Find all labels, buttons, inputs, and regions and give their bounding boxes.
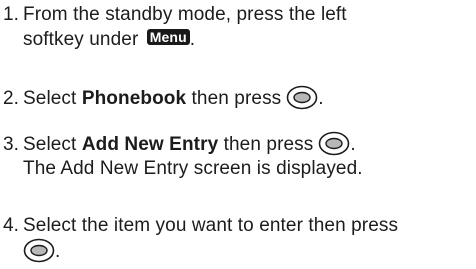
step-2: 2. Select Phonebook then press. xyxy=(3,85,473,110)
step-number: 2. xyxy=(3,88,20,109)
step-number: 4. xyxy=(3,215,20,236)
step-3: 3. Select Add New Entry then press. The A… xyxy=(3,131,473,181)
step-text: then press xyxy=(223,134,314,155)
step-punctuation: . xyxy=(350,134,356,155)
step-4: 4. Select the item you want to enter then… xyxy=(3,213,473,263)
step-number: 3. xyxy=(3,134,20,155)
step-text: softkey under xyxy=(23,29,139,50)
step-bold-term: Phonebook xyxy=(81,88,187,109)
ok-button-icon xyxy=(286,85,318,110)
step-text: The Add New Entry screen is displayed. xyxy=(23,158,363,179)
step-text: then press xyxy=(191,88,282,109)
step-text: Select xyxy=(23,88,77,109)
step-text: Select the item you want to enter then p… xyxy=(23,215,399,236)
ok-button-icon xyxy=(318,131,350,156)
step-bold-term: Add New Entry xyxy=(81,134,219,155)
instruction-list: 1. From the standby mode, press the left … xyxy=(0,0,476,269)
menu-softkey-label: Menu xyxy=(146,29,190,45)
step-punctuation: . xyxy=(55,241,61,262)
step-punctuation: . xyxy=(189,29,196,50)
step-text: Select xyxy=(23,134,77,155)
ok-button-icon xyxy=(23,238,55,263)
step-number: 1. xyxy=(3,4,20,25)
step-punctuation: . xyxy=(318,88,324,109)
step-1: 1. From the standby mode, press the left … xyxy=(3,2,473,52)
step-text: From the standby mode, press the left xyxy=(23,4,347,25)
